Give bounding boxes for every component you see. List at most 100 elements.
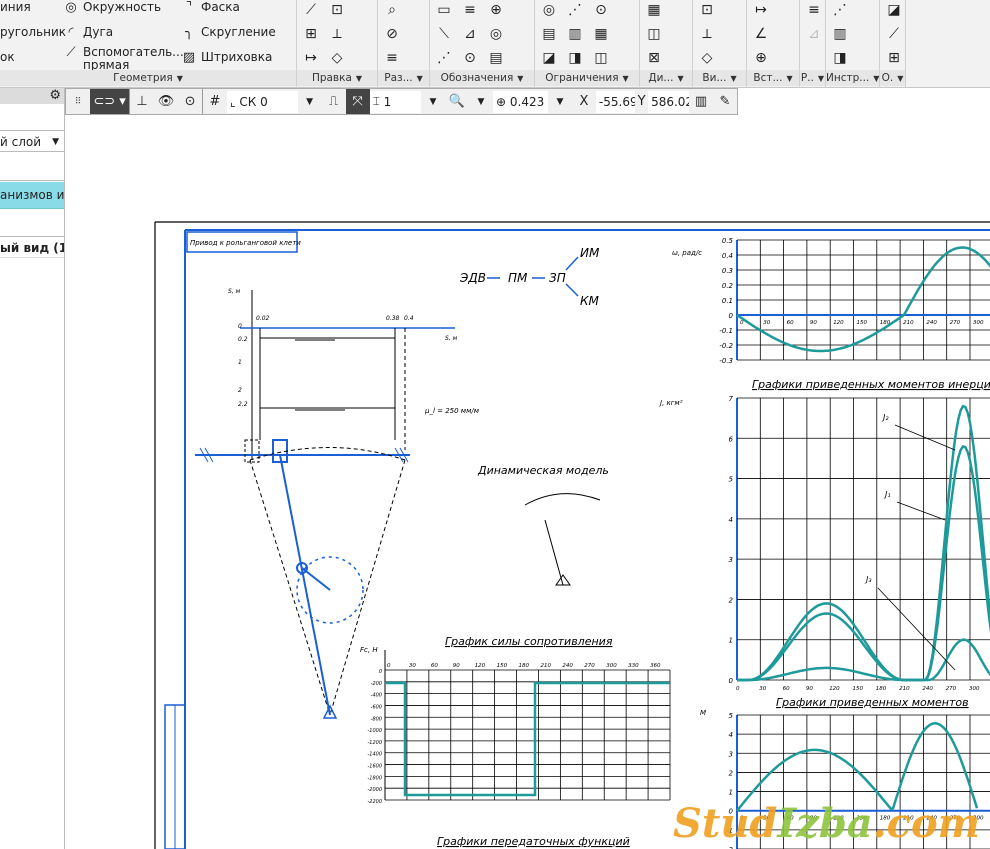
tool-icon[interactable]: ◪ bbox=[539, 48, 559, 68]
tool-icon[interactable]: ≡ bbox=[460, 0, 480, 20]
group-label[interactable]: Ди... ▼ bbox=[640, 70, 692, 86]
zoom-icon: ⊕ bbox=[496, 94, 507, 109]
cs-select[interactable]: ⌞ СК 0 bbox=[226, 90, 298, 113]
tool-icon[interactable]: ◫ bbox=[644, 24, 664, 44]
group-label[interactable]: О. ▼ bbox=[880, 70, 905, 86]
tool-icon[interactable]: ⊞ bbox=[884, 48, 904, 68]
auxiliary-line-command[interactable]: ⟋ Вспомогатель... прямая bbox=[62, 46, 183, 72]
tool-icon[interactable]: ◇ bbox=[697, 48, 717, 68]
group-label[interactable]: Правка ▼ bbox=[297, 70, 377, 86]
tool-icon[interactable]: ⊿ bbox=[804, 24, 824, 44]
tool-icon[interactable]: ◇ bbox=[327, 48, 347, 68]
tool-icon[interactable]: ▭ bbox=[434, 0, 454, 20]
tool-icon[interactable]: ⟋ bbox=[884, 24, 904, 44]
tool-icon[interactable]: ⊕ bbox=[486, 0, 506, 20]
view-snap-button[interactable]: 👁 bbox=[154, 89, 178, 114]
tool-icon[interactable]: ⟂ bbox=[327, 24, 347, 44]
tool-icon[interactable]: ▦ bbox=[591, 24, 611, 44]
group-label[interactable]: Раз... ▼ bbox=[378, 70, 429, 86]
zoom-value-dropdown[interactable]: ▼ bbox=[548, 89, 572, 114]
tool-icon[interactable]: ▥ bbox=[565, 24, 585, 44]
group-label[interactable]: Обозначения ▼ bbox=[430, 70, 534, 86]
tool-icon[interactable]: ↦ bbox=[301, 48, 321, 68]
ribbon-group: ◎ ⋰ ⊙ ▤ ▥ ▦ ◪ ◨ ◫ Ограничения ▼ bbox=[535, 0, 640, 88]
hatch-icon: ▨ bbox=[182, 50, 196, 65]
tool-icon[interactable]: ⋰ bbox=[565, 0, 585, 20]
local-cs-button[interactable]: ⎍ bbox=[322, 89, 346, 114]
rectangle-command[interactable]: ругольник bbox=[0, 26, 66, 39]
filter-input[interactable] bbox=[0, 153, 64, 181]
tool-icon[interactable]: ◨ bbox=[830, 48, 850, 68]
tool-icon[interactable]: ∠ bbox=[751, 24, 771, 44]
ribbon: иния ◎ Окружность ⌝ Фаска ругольник ◜ Дуга … bbox=[0, 0, 990, 88]
circle-command[interactable]: ◎ Окружность bbox=[62, 1, 161, 15]
coordinates-button[interactable]: ▥ bbox=[689, 89, 713, 114]
zoom-value: 0.423 bbox=[509, 94, 545, 109]
arc-command[interactable]: ◜ Дуга bbox=[62, 26, 113, 40]
group-label[interactable]: Ограничения ▼ bbox=[535, 70, 639, 86]
tool-icon[interactable]: ▥ bbox=[830, 24, 850, 44]
tool-icon[interactable]: ⋰ bbox=[434, 48, 454, 68]
tool-icon[interactable]: ⊘ bbox=[382, 24, 402, 44]
parametric-button[interactable]: ⤧ bbox=[345, 89, 370, 114]
cs-dropdown[interactable]: ▼ bbox=[298, 89, 322, 114]
tool-icon[interactable]: ⊡ bbox=[697, 0, 717, 20]
tool-icon[interactable]: ⊠ bbox=[644, 48, 664, 68]
layer-value: й слой bbox=[0, 135, 42, 149]
toolbar-grip[interactable]: ⠿ bbox=[66, 89, 90, 114]
tool-icon[interactable]: ⋰ bbox=[830, 0, 850, 20]
tool-icon[interactable]: ≡ bbox=[804, 0, 824, 20]
hatch-command[interactable]: ▨ Штриховка bbox=[180, 50, 273, 65]
group-label[interactable]: Инстр... ▼ bbox=[826, 70, 879, 86]
group-label[interactable]: Р.. ▼ bbox=[800, 70, 825, 86]
tree-item-document[interactable]: анизмов и м bbox=[0, 182, 64, 209]
polyline-command[interactable]: ок bbox=[0, 51, 15, 64]
tool-icon[interactable]: ⌕ bbox=[382, 0, 402, 20]
zoom-dropdown[interactable]: ▼ bbox=[469, 89, 493, 114]
tool-icon[interactable]: ▤ bbox=[539, 24, 559, 44]
zoom-window-button[interactable]: 🔍 bbox=[445, 89, 469, 114]
gear-icon[interactable]: ⚙ bbox=[49, 88, 61, 103]
ortho-button[interactable]: ⊥ bbox=[130, 89, 154, 114]
zoom-field[interactable]: ⊕ 0.423 bbox=[493, 90, 548, 113]
tool-icon[interactable]: ◨ bbox=[565, 48, 585, 68]
layer-select[interactable]: й слой ▼ bbox=[0, 130, 64, 152]
fillet-command[interactable]: ╮ Скругление bbox=[180, 25, 276, 40]
x-coordinate-field[interactable]: -55.6919 bbox=[595, 90, 636, 113]
tool-icon[interactable]: ▤ bbox=[486, 48, 506, 68]
tool-icon[interactable]: ⊿ bbox=[460, 24, 480, 44]
tool-icon[interactable]: ◎ bbox=[486, 24, 506, 44]
tool-icon[interactable]: ⟂ bbox=[697, 24, 717, 44]
line-command[interactable]: иния bbox=[0, 1, 31, 14]
chamfer-command[interactable]: ⌝ Фаска bbox=[180, 1, 240, 15]
tool-icon[interactable]: ⊞ bbox=[301, 24, 321, 44]
snap-button[interactable]: ⊂⊃ ▾ bbox=[90, 89, 130, 114]
tool-icon[interactable]: ◎ bbox=[539, 0, 559, 20]
tool-icon[interactable]: ⊡ bbox=[327, 0, 347, 20]
tool-icon[interactable]: ◪ bbox=[884, 0, 904, 20]
x-label: X bbox=[579, 94, 589, 109]
group-label[interactable]: Ви... ▼ bbox=[693, 70, 746, 86]
grid-button[interactable]: # bbox=[203, 89, 227, 114]
eyedropper-button[interactable]: ✎ bbox=[713, 89, 737, 114]
tool-icon[interactable]: ⟋ bbox=[301, 0, 321, 20]
tool-icon[interactable]: ⊙ bbox=[591, 0, 611, 20]
label: Скругление bbox=[201, 25, 276, 39]
eye-icon: 👁 bbox=[157, 94, 175, 109]
view-button[interactable]: ⊙ bbox=[178, 89, 202, 114]
magnet-icon: ⊂⊃ bbox=[93, 94, 116, 109]
tool-icon[interactable]: ≡ bbox=[382, 48, 402, 68]
tool-icon[interactable]: ↦ bbox=[751, 0, 771, 20]
step-select[interactable]: ⌶ 1 bbox=[369, 90, 421, 113]
tool-icon[interactable]: ⊙ bbox=[460, 48, 480, 68]
group-label[interactable]: Геометрия ▼ bbox=[0, 70, 296, 86]
y-coordinate-field[interactable]: 586.0296 bbox=[648, 90, 689, 113]
group-label[interactable]: Вст... ▼ bbox=[747, 70, 799, 86]
tree-item-view[interactable]: ый вид (1: bbox=[0, 236, 64, 258]
tool-icon[interactable]: ◫ bbox=[591, 48, 611, 68]
step-dropdown[interactable]: ▼ bbox=[421, 89, 445, 114]
tool-icon[interactable]: ▦ bbox=[644, 0, 664, 20]
tool-icon[interactable]: ⟍ bbox=[434, 24, 454, 44]
tool-icon[interactable]: ⊕ bbox=[751, 48, 771, 68]
drawing-canvas[interactable] bbox=[65, 115, 990, 849]
